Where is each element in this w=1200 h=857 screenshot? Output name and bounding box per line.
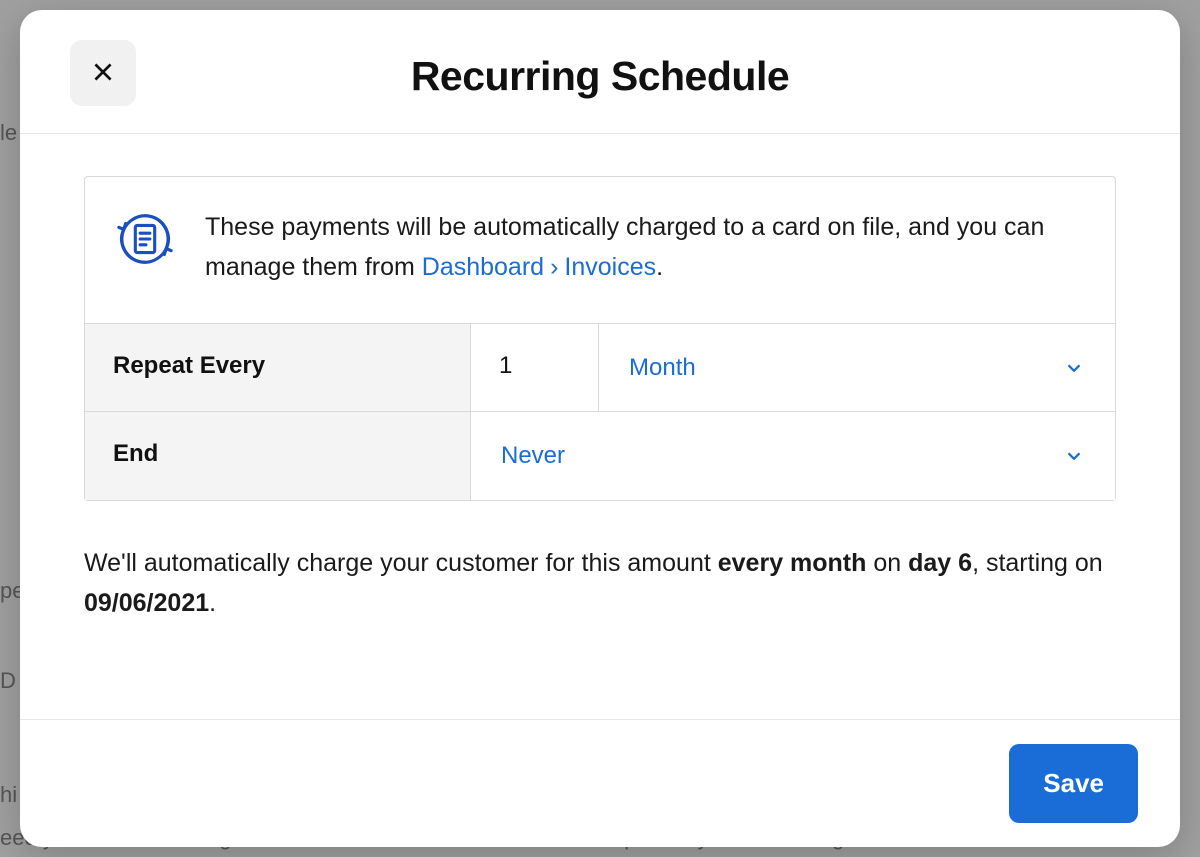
modal-body: These payments will be automatically cha… <box>20 134 1180 719</box>
schedule-table: Repeat Every 1 Month End Never <box>85 323 1115 500</box>
breadcrumb-separator-icon: › <box>550 253 558 281</box>
chevron-down-icon <box>1063 445 1085 467</box>
bg-text: hi <box>0 782 17 808</box>
end-label: End <box>85 412 471 500</box>
save-button[interactable]: Save <box>1009 744 1138 823</box>
summary-day: day 6 <box>908 549 972 577</box>
summary-suffix: . <box>209 589 216 617</box>
close-icon <box>90 59 116 88</box>
info-text-end: . <box>656 253 663 281</box>
repeat-every-row: Repeat Every 1 Month <box>85 324 1115 412</box>
summary-mid1: on <box>866 549 908 577</box>
chevron-down-icon <box>1063 357 1085 379</box>
recurring-invoice-icon <box>113 207 177 271</box>
repeat-every-value[interactable]: 1 <box>471 324 599 411</box>
info-text: These payments will be automatically cha… <box>205 207 1087 287</box>
info-top: These payments will be automatically cha… <box>85 177 1115 323</box>
invoices-link[interactable]: Invoices <box>564 253 656 281</box>
close-button[interactable] <box>70 40 136 106</box>
schedule-summary: We'll automatically charge your customer… <box>84 543 1116 623</box>
summary-prefix: We'll automatically charge your customer… <box>84 549 718 577</box>
modal-footer: Save <box>20 719 1180 847</box>
summary-date: 09/06/2021 <box>84 589 209 617</box>
recurring-schedule-modal: Recurring Schedule <box>20 10 1180 847</box>
repeat-unit-select[interactable]: Month <box>599 324 1115 411</box>
end-row: End Never <box>85 412 1115 500</box>
end-value: Never <box>501 442 565 470</box>
repeat-unit-value: Month <box>629 354 696 382</box>
modal-title: Recurring Schedule <box>50 38 1150 105</box>
dashboard-link[interactable]: Dashboard <box>422 253 544 281</box>
bg-text: le <box>0 120 17 146</box>
modal-header: Recurring Schedule <box>20 10 1180 134</box>
repeat-every-label: Repeat Every <box>85 324 471 411</box>
info-box: These payments will be automatically cha… <box>84 176 1116 501</box>
summary-mid2: , starting on <box>972 549 1103 577</box>
summary-frequency: every month <box>718 549 867 577</box>
bg-text: D <box>0 668 16 694</box>
end-select[interactable]: Never <box>471 412 1115 500</box>
